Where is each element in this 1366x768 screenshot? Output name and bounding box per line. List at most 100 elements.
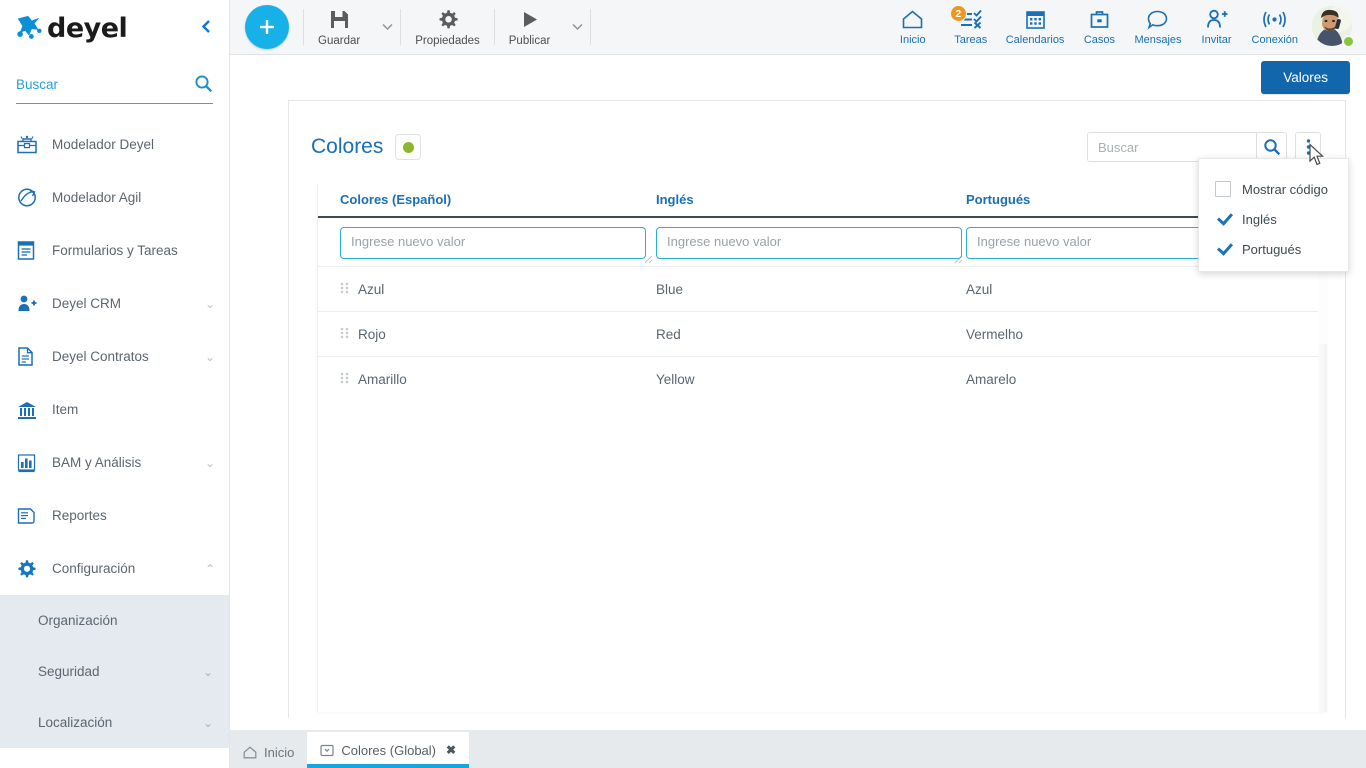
sidebar-item-label: Deyel Contratos xyxy=(52,349,149,364)
topnav-item-calendarios[interactable]: Calendarios xyxy=(1000,1,1071,53)
topnav-item-tareas[interactable]: 2 Tareas xyxy=(942,1,1000,53)
brand-name: deyel xyxy=(47,12,128,44)
table-cell-pt: Amarelo xyxy=(966,371,1017,387)
sidebar-collapse-button[interactable] xyxy=(193,13,219,39)
sidebar-item-item[interactable]: Item xyxy=(0,383,229,436)
publish-dropdown-button[interactable] xyxy=(564,3,590,51)
topnav-item-label: Tareas xyxy=(954,34,988,46)
sidebar: deyel Buscar Modelador Deyel Modelador A… xyxy=(0,0,230,768)
topnav-item-invitar[interactable]: Invitar xyxy=(1188,1,1246,53)
table-cell-es: Amarillo xyxy=(318,372,656,387)
sidebar-item-chevron: ⌄ xyxy=(204,455,215,470)
main-content: Valores Colores Buscar Colores (Español)… xyxy=(230,55,1366,730)
chevron-down-icon xyxy=(382,23,393,31)
checkbox-checked[interactable] xyxy=(1215,211,1231,227)
avatar[interactable] xyxy=(1312,6,1355,48)
table-search-input[interactable] xyxy=(1088,133,1256,161)
column-header-en: Inglés xyxy=(656,192,694,207)
save-dropdown-button[interactable] xyxy=(374,3,400,51)
topnav-item-mensajes[interactable]: Mensajes xyxy=(1128,1,1187,53)
sidebar-subitem-chevron: ⌄ xyxy=(202,715,213,730)
bar-chart-icon xyxy=(16,453,42,473)
topnav-item-label: Conexión xyxy=(1251,34,1298,46)
toolbar-separator xyxy=(590,9,592,45)
menu-item-ingles[interactable]: Inglés xyxy=(1199,204,1348,234)
window-icon xyxy=(320,744,334,756)
bottom-tabbar: Inicio Colores (Global) ✖ xyxy=(230,730,1366,768)
save-button-label: Guardar xyxy=(318,34,361,47)
topnav-item-label: Casos xyxy=(1083,34,1116,46)
sidebar-item-seguridad[interactable]: Seguridad ⌄ xyxy=(0,646,229,697)
top-nav: Inicio 2 Tareas Calendarios Casos Mensaj… xyxy=(884,0,1366,55)
table-cell-es: Rojo xyxy=(318,327,656,342)
drag-handle-icon[interactable] xyxy=(340,282,349,296)
form-icon xyxy=(16,240,42,261)
menu-item-portugues[interactable]: Portugués xyxy=(1199,234,1348,264)
checkbox-unchecked[interactable] xyxy=(1215,181,1231,197)
checkbox-checked[interactable] xyxy=(1215,241,1231,257)
sidebar-item-label: Formularios y Tareas xyxy=(52,243,178,258)
sidebar-submenu-configuracion: Organización Seguridad ⌄ Localización ⌄ xyxy=(0,595,229,748)
sidebar-search-input[interactable] xyxy=(16,77,186,96)
publish-button-label: Publicar xyxy=(508,34,551,47)
briefcase-icon xyxy=(1089,8,1110,31)
deyel-frog-logo-icon xyxy=(17,15,42,39)
sidebar-item-chevron: ⌄ xyxy=(204,349,215,364)
table-cell-pt: Vermelho xyxy=(966,326,1024,342)
drag-handle-icon[interactable] xyxy=(340,327,349,341)
signal-icon xyxy=(1262,8,1287,31)
new-value-cell-es xyxy=(318,227,656,266)
table-row[interactable]: Amarillo Yellow Amarelo xyxy=(318,356,1326,401)
sidebar-item-label: BAM y Análisis xyxy=(52,455,142,470)
tab-colores-global[interactable]: Colores (Global) ✖ xyxy=(307,732,470,768)
tab-inicio[interactable]: Inicio xyxy=(230,736,307,768)
sidebar-item-bam-y-analisis[interactable]: BAM y Análisis ⌄ xyxy=(0,436,229,489)
new-value-input-en[interactable] xyxy=(656,227,962,259)
toolbox-icon xyxy=(16,135,42,155)
properties-button[interactable]: Propiedades xyxy=(401,3,494,51)
topnav-item-casos[interactable]: Casos xyxy=(1070,1,1128,53)
gear-icon xyxy=(437,8,458,32)
crm-icon xyxy=(16,294,42,314)
sidebar-item-deyel-crm[interactable]: Deyel CRM ⌄ xyxy=(0,277,229,330)
sidebar-item-label: Modelador Agil xyxy=(52,190,142,205)
search-icon[interactable] xyxy=(194,74,213,98)
topnav-item-inicio[interactable]: Inicio xyxy=(884,1,942,53)
valores-button[interactable]: Valores xyxy=(1261,61,1350,94)
sidebar-item-configuracion[interactable]: Configuración ⌃ xyxy=(0,542,229,595)
document-icon xyxy=(16,346,42,367)
sidebar-item-deyel-contratos[interactable]: Deyel Contratos ⌄ xyxy=(0,330,229,383)
topnav-item-label: Mensajes xyxy=(1134,34,1182,46)
add-new-button[interactable] xyxy=(245,5,289,49)
topnav-item-label: Invitar xyxy=(1201,34,1232,46)
cursor-arrow-icon xyxy=(1309,143,1325,166)
menu-item-mostrar-codigo[interactable]: Mostrar código xyxy=(1199,174,1348,204)
table-cell-pt: Azul xyxy=(966,281,993,297)
save-button[interactable]: Guardar xyxy=(304,3,374,51)
sidebar-header: deyel xyxy=(0,0,229,56)
new-value-input-es[interactable] xyxy=(340,227,646,259)
sidebar-item-formularios-y-tareas[interactable]: Formularios y Tareas xyxy=(0,224,229,277)
home-icon xyxy=(243,745,257,758)
sidebar-item-localizacion[interactable]: Localización ⌄ xyxy=(0,697,229,748)
agile-icon xyxy=(16,187,42,208)
sidebar-subitem-label: Seguridad xyxy=(38,664,100,679)
sidebar-item-modelador-deyel[interactable]: Modelador Deyel xyxy=(0,118,229,171)
column-header-es: Colores (Español) xyxy=(340,192,452,207)
topnav-item-conexion[interactable]: Conexión xyxy=(1246,1,1304,53)
publish-button[interactable]: Publicar xyxy=(495,3,565,51)
sidebar-item-organizacion[interactable]: Organización xyxy=(0,595,229,646)
search-icon xyxy=(1263,139,1280,156)
menu-item-label: Inglés xyxy=(1242,211,1277,227)
sidebar-item-reportes[interactable]: Reportes xyxy=(0,489,229,542)
sidebar-item-modelador-agil[interactable]: Modelador Agil xyxy=(0,171,229,224)
sidebar-search[interactable] xyxy=(16,70,213,104)
table-cell-text: Amarillo xyxy=(358,371,407,387)
tab-close-icon[interactable]: ✖ xyxy=(446,743,456,757)
chat-icon xyxy=(1146,8,1169,31)
drag-handle-icon[interactable] xyxy=(340,372,349,386)
table-row[interactable]: Rojo Red Vermelho xyxy=(318,311,1326,356)
brand-logo[interactable]: deyel xyxy=(14,12,128,44)
table-row[interactable]: Azul Blue Azul xyxy=(318,266,1326,311)
sidebar-subitem-label: Localización xyxy=(38,715,113,730)
